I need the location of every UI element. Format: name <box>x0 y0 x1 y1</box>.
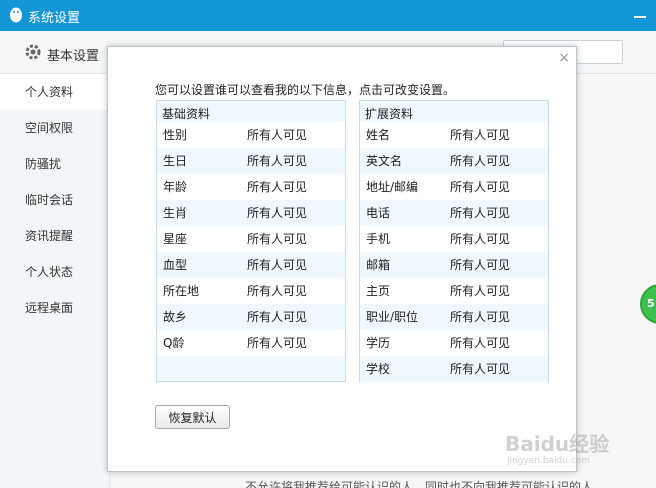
table-row: 手机 所有人可见 <box>360 226 548 252</box>
visibility-setting[interactable]: 所有人可见 <box>247 226 307 252</box>
penguin-icon <box>10 7 22 23</box>
table-row: 地址/邮编 所有人可见 <box>360 174 548 200</box>
table-row: 所在地 所有人可见 <box>157 278 345 304</box>
field-label: 所在地 <box>163 284 200 298</box>
field-label: 学历 <box>366 336 391 350</box>
visibility-setting[interactable]: 所有人可见 <box>247 122 307 148</box>
field-label: 主页 <box>366 284 391 298</box>
sidebar: 个人资料 空间权限 防骚扰 临时会话 资讯提醒 个人状态 远程桌面 <box>0 74 110 488</box>
table-row: 年龄 所有人可见 <box>157 174 345 200</box>
visibility-setting[interactable]: 所有人可见 <box>450 278 510 304</box>
visibility-setting[interactable]: 所有人可见 <box>247 148 307 174</box>
field-label: 英文名 <box>366 154 403 168</box>
field-label: 姓名 <box>366 128 391 142</box>
table-row: Q龄 所有人可见 <box>157 330 345 356</box>
field-label: 地址/邮编 <box>366 180 419 194</box>
table-row: 星座 所有人可见 <box>157 226 345 252</box>
sidebar-item-temp-chat[interactable]: 临时会话 <box>0 182 110 218</box>
visibility-setting[interactable]: 所有人可见 <box>247 304 307 330</box>
field-label: 电话 <box>366 206 391 220</box>
field-label: Q龄 <box>163 336 185 350</box>
visibility-setting[interactable]: 所有人可见 <box>450 122 510 148</box>
visibility-setting[interactable]: 所有人可见 <box>450 252 510 278</box>
extended-info-panel: 扩展资料 姓名 所有人可见 英文名 所有人可见 地址/邮编 所有人可见 电话 所有人可见… <box>359 100 549 382</box>
table-row: 故乡 所有人可见 <box>157 304 345 330</box>
field-label: 星座 <box>163 232 188 246</box>
visibility-setting[interactable]: 所有人可见 <box>450 226 510 252</box>
field-label: 生肖 <box>163 206 188 220</box>
table-row: 生肖 所有人可见 <box>157 200 345 226</box>
watermark-logo: Baidu经验 <box>505 432 610 456</box>
panel-title: 扩展资料 <box>365 107 414 121</box>
window-title: 系统设置 <box>28 11 81 26</box>
panel-title: 基础资料 <box>162 107 211 121</box>
sidebar-item-anti-harassment[interactable]: 防骚扰 <box>0 146 110 182</box>
visibility-setting[interactable]: 所有人可见 <box>247 200 307 226</box>
gear-icon <box>25 44 41 60</box>
privacy-dialog: × 您可以设置谁可以查看我的以下信息，点击可改变设置。 基础资料 性别 所有人可见… <box>107 46 577 472</box>
visibility-setting[interactable]: 所有人可见 <box>450 304 510 330</box>
minimize-icon[interactable] <box>634 16 646 18</box>
close-icon[interactable]: × <box>558 50 570 66</box>
basic-info-panel: 基础资料 性别 所有人可见 生日 所有人可见 年龄 所有人可见 生肖 所有人可见 星座所… <box>156 100 346 382</box>
table-row: 职业/职位 所有人可见 <box>360 304 548 330</box>
field-label: 学校 <box>366 362 391 376</box>
background-option-text: 不允许将我推荐给可能认识的人，同时也不向我推荐可能认识的人 <box>245 480 594 488</box>
table-row: 生日 所有人可见 <box>157 148 345 174</box>
field-label: 手机 <box>366 232 391 246</box>
table-row: 姓名 所有人可见 <box>360 122 548 148</box>
sidebar-item-news-alert[interactable]: 资讯提醒 <box>0 218 110 254</box>
table-row: 主页 所有人可见 <box>360 278 548 304</box>
field-label: 邮箱 <box>366 258 391 272</box>
visibility-setting[interactable]: 所有人可见 <box>450 330 510 356</box>
sidebar-item-status[interactable]: 个人状态 <box>0 254 110 290</box>
table-row: 血型 所有人可见 <box>157 252 345 278</box>
dialog-instruction: 您可以设置谁可以查看我的以下信息，点击可改变设置。 <box>155 83 456 97</box>
visibility-setting[interactable]: 所有人可见 <box>247 174 307 200</box>
table-row: 邮箱 所有人可见 <box>360 252 548 278</box>
restore-defaults-button[interactable]: 恢复默认 <box>155 405 230 429</box>
sidebar-item-remote-desktop[interactable]: 远程桌面 <box>0 290 110 326</box>
field-label: 年龄 <box>163 180 188 194</box>
field-label: 生日 <box>163 154 188 168</box>
visibility-setting[interactable]: 所有人可见 <box>450 148 510 174</box>
title-bar: 系统设置 <box>0 0 656 31</box>
table-row: 学历 所有人可见 <box>360 330 548 356</box>
field-label: 故乡 <box>163 310 188 324</box>
visibility-setting[interactable]: 所有人可见 <box>450 174 510 200</box>
visibility-setting[interactable]: 所有人可见 <box>247 330 307 356</box>
visibility-setting[interactable]: 所有人可见 <box>247 252 307 278</box>
field-label: 血型 <box>163 258 188 272</box>
sidebar-item-space-permission[interactable]: 空间权限 <box>0 110 110 146</box>
visibility-setting[interactable]: 所有人可见 <box>450 200 510 226</box>
table-row: 电话 所有人可见 <box>360 200 548 226</box>
field-label: 性别 <box>163 128 188 142</box>
visibility-setting[interactable]: 所有人可见 <box>247 278 307 304</box>
tab-basic-settings[interactable]: 基本设置 <box>47 45 99 64</box>
table-row: 英文名 所有人可见 <box>360 148 548 174</box>
table-row: 性别 所有人可见 <box>157 122 345 148</box>
sidebar-item-profile[interactable]: 个人资料 <box>0 74 110 110</box>
visibility-setting[interactable]: 所有人可见 <box>450 356 510 382</box>
field-label: 职业/职位 <box>366 310 419 324</box>
watermark-url: jingyan.baidu.com <box>507 456 591 466</box>
table-row: 学校 所有人可见 <box>360 356 548 382</box>
